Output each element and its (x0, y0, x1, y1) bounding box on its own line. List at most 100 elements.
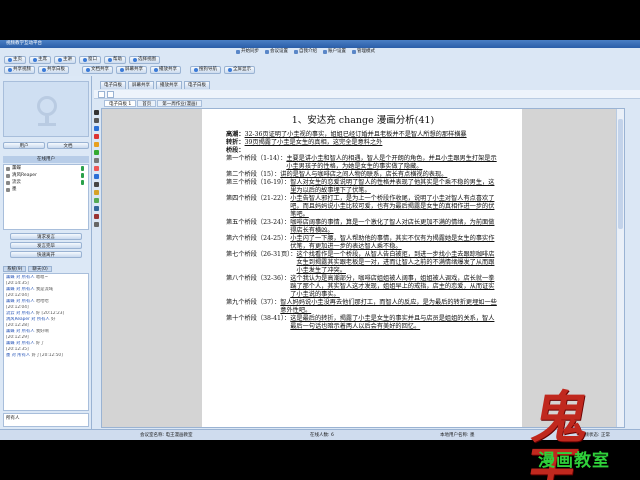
pencil-icon[interactable] (94, 118, 99, 123)
page-tabs: 电子白板 1 首页 第一周作业(漫画) (104, 100, 203, 107)
tab-whiteboard-2[interactable]: 电子白板 (184, 81, 210, 89)
menu-item-self-intro[interactable]: 自我介绍 (294, 48, 317, 55)
chat-text: 我是流域 (35, 287, 54, 292)
window-button[interactable]: 窗口 (79, 56, 101, 64)
home-button[interactable]: 主页 (4, 56, 26, 64)
chat-sender: 清风Reaper 对 所有人 (6, 317, 50, 322)
tab-week1-homework[interactable]: 第一周作业(漫画) (157, 100, 203, 107)
intro-text: 32-36页证明了小圭视的事实，姐姐已经订婚并且老板并不是智人所想的那样横暴 (244, 131, 467, 138)
userlist-header: 在线用户 (3, 156, 89, 163)
help-button[interactable]: 帮助 (104, 56, 126, 64)
home-icon (8, 58, 12, 62)
tab-whiteboard[interactable]: 电子白板 (100, 81, 126, 89)
user-icon (294, 49, 298, 54)
media-share-button[interactable]: 播放共享 (150, 66, 181, 74)
chair-icon (33, 58, 37, 62)
tab-users[interactable]: 用户 (3, 142, 45, 149)
menu-item-account-settings[interactable]: 账户设置 (323, 48, 346, 55)
text-icon[interactable] (94, 150, 99, 155)
chat-sender: 墨 对 所有人 (6, 353, 31, 358)
quick-leave-button[interactable]: 快速离开 (10, 251, 82, 258)
share-video-button[interactable]: 共享视频 (4, 66, 35, 74)
speaker-button[interactable]: 主讲 (54, 56, 76, 64)
window-icon (83, 58, 87, 62)
request-speak-button[interactable]: 请求发言 (10, 233, 82, 240)
menu-item-manage-mode[interactable]: 管理模式 (352, 48, 375, 55)
menu-item-meeting-settings[interactable]: 会议设置 (265, 48, 288, 55)
color-icon[interactable] (94, 166, 99, 171)
segment-text: 这个找看作是一个桥段，从智人告白被拒，到进一步找小圭去跟踪咖啡店女生到揭露其实跟… (296, 251, 495, 274)
help-icon (108, 58, 112, 62)
list-item[interactable]: 墨 (4, 186, 88, 193)
chat-text: 好 [20:12:23] (35, 311, 65, 316)
avatar (6, 173, 10, 178)
release-speak-button[interactable]: 发言完毕 (10, 242, 82, 249)
next-page-button[interactable] (107, 91, 114, 98)
list-item[interactable]: 流云 (4, 179, 88, 186)
manage-icon (352, 49, 356, 54)
intro-text: 39页揭露了小圭是女生的真相，这完全是意料之外 (244, 139, 383, 146)
tab-documents[interactable]: 文档 (47, 142, 89, 149)
segment-label: 第十个桥段（38-41）： (226, 315, 291, 322)
eraser-icon[interactable] (94, 158, 99, 163)
screen-share-button[interactable]: 屏幕共享 (116, 66, 147, 74)
local-user: 本地用户名称: 墨 (440, 433, 475, 438)
screen-icon (120, 68, 124, 72)
scroll-thumb[interactable] (618, 119, 623, 229)
list-item[interactable]: 薰蝶 (4, 165, 88, 172)
intro-block: 高潮：32-36页证明了小圭视的事实，姐姐已经订婚并且老板并不是智人所想的那样横… (226, 131, 500, 155)
panel-tabs: 用户 文档 (3, 142, 89, 149)
meeting-name: 会议室名称: 电王漫画教室 (140, 433, 193, 438)
prev-page-button[interactable] (98, 91, 105, 98)
tab-screen-share[interactable]: 屏幕共享 (128, 81, 154, 89)
tab-system[interactable]: 系统(9) (3, 266, 27, 272)
view-icon (133, 58, 137, 62)
menu-item-start-sync[interactable]: 开始同步 (236, 48, 259, 55)
video-icon (8, 68, 12, 72)
segment-item: 第一个桥段（1-14）： 主要是讲小圭和智人的相遇，智人是个开朗的角色，并且小圭跟… (226, 155, 500, 171)
vertical-scrollbar[interactable] (616, 109, 624, 427)
rectangle-icon[interactable] (94, 134, 99, 139)
chat-input[interactable]: 所有人 (3, 413, 89, 427)
pointer-icon[interactable] (94, 110, 99, 115)
chat-text: [20:12:04] (6, 305, 29, 310)
chat-sender: 流云 对 所有人 (6, 311, 35, 316)
chat-text: [20:12:35] (6, 347, 29, 352)
brush-icon[interactable] (94, 190, 99, 195)
intro-line: 桥段： (226, 147, 500, 155)
sogou-nav-button[interactable]: 搜狗导航 (190, 66, 221, 74)
chair-button[interactable]: 主席 (29, 56, 51, 64)
left-toolbar-row1: 主页 主席 主讲 窗口 帮助 选择视图 (0, 56, 160, 65)
chat-text: 嗯嗯~ (35, 275, 49, 280)
tab-whiteboard-1[interactable]: 电子白板 1 (104, 100, 137, 107)
segment-text: 小圭闪了一下腰，智人帮助他的事情，其实不仅有为揭露她是女生的事实作伏笔，有更加进… (290, 235, 495, 250)
line-icon[interactable] (94, 126, 99, 131)
document-viewer[interactable]: 1、安达充 change 漫画分析(41) 高潮：32-36页证明了小圭视的事实… (101, 108, 625, 428)
stamp-icon[interactable] (94, 214, 99, 219)
chat-log: 薰蝶 对 所有人 嗯嗯~ [20:14:35] 薰蝶 对 所有人 我是流域 [20… (3, 273, 89, 411)
tab-chat[interactable]: 聊天(0) (28, 266, 52, 272)
intro-label: 桥段： (226, 147, 245, 154)
watermark-caption: 漫画教室 (538, 451, 610, 471)
tab-media-share[interactable]: 播放共享 (156, 81, 182, 89)
share-whiteboard-button[interactable]: 共享白板 (38, 66, 69, 74)
chat-text: 好 (51, 317, 56, 322)
image-icon[interactable] (94, 206, 99, 211)
tab-cover[interactable]: 首页 (137, 100, 157, 107)
clear-icon[interactable] (94, 222, 99, 227)
speaker-icon (58, 58, 62, 62)
undo-icon[interactable] (94, 182, 99, 187)
page-title: 1、安达充 change 漫画分析(41) (291, 115, 435, 126)
user-list[interactable]: 薰蝶 清风Reaper 流云 墨 (3, 164, 89, 230)
video-preview (3, 81, 89, 137)
fill-icon[interactable] (94, 198, 99, 203)
list-item[interactable]: 清风Reaper (4, 172, 88, 179)
doc-share-button[interactable]: 文档共享 (82, 66, 113, 74)
ellipse-icon[interactable] (94, 142, 99, 147)
segment-label: 第四个桥段（21-22）： (226, 195, 291, 202)
avatar (6, 187, 10, 192)
highlighter-icon[interactable] (94, 174, 99, 179)
fullscreen-button[interactable]: 全屏显示 (224, 66, 255, 74)
view-select-button[interactable]: 选择视图 (129, 56, 160, 64)
segment-item: 第十个桥段（38-41）： 这是最后的转折，揭露了小圭是女生的事实并且与店员是姐姐… (226, 315, 500, 331)
